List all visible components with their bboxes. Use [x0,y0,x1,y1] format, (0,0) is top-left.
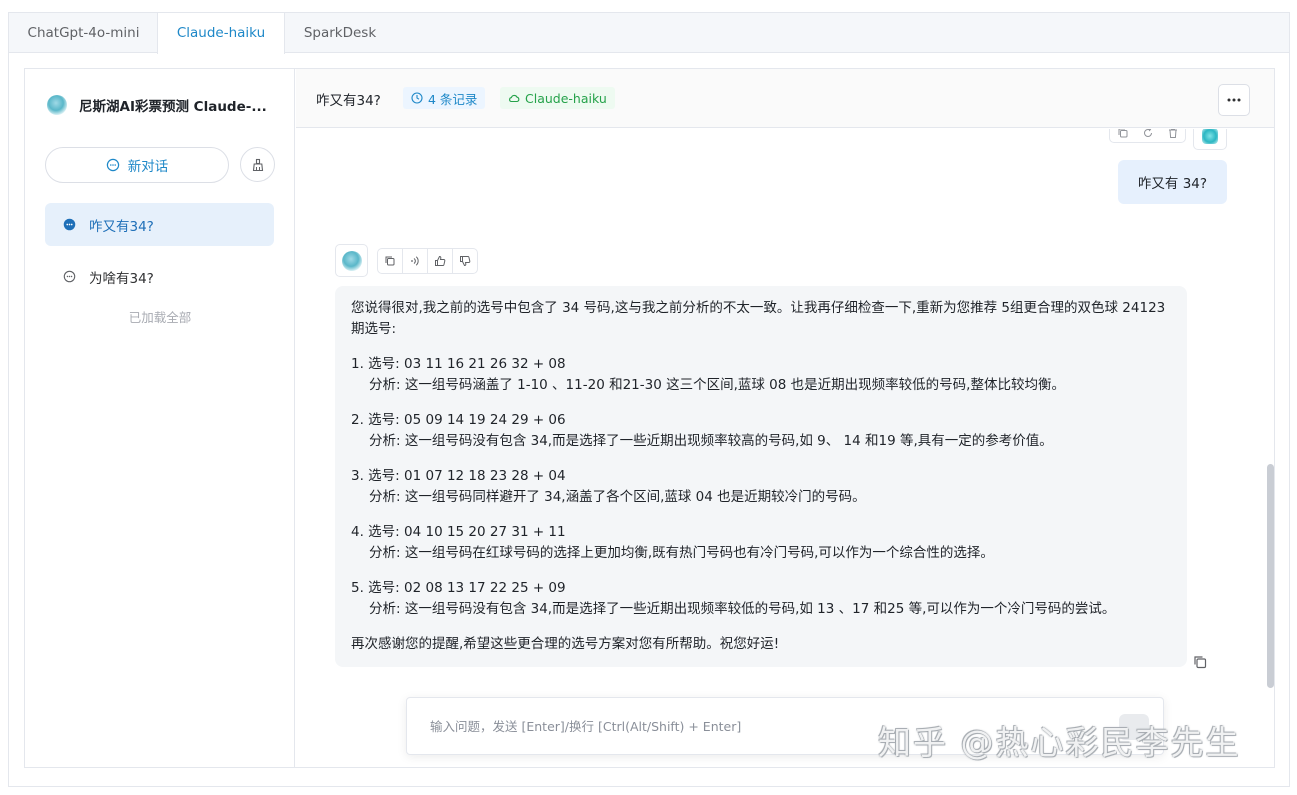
app-frame: ChatGpt-4o-mini Claude-haiku SparkDesk 尼… [8,12,1290,787]
broom-icon [252,158,263,171]
model-tag: Claude-haiku [500,87,615,109]
robot-avatar-icon [1202,129,1218,144]
loaded-all-text: 已加载全部 [128,310,192,325]
user-message-tools [1109,129,1186,143]
user-avatar [1193,129,1227,150]
app-title: 尼斯湖AI彩票预测 Claude-... [47,93,287,117]
refresh-icon[interactable] [1142,129,1154,139]
delete-icon[interactable] [1167,129,1179,139]
message-list[interactable]: 咋又有 34? 您说得很对,我之前的选号中包含了 34 号码,这与我之前分析的不… [296,129,1274,767]
copy-button[interactable] [378,249,403,273]
conversation-item-active[interactable]: 咋又有34? [45,203,274,246]
app-title-text: 尼斯湖AI彩票预测 Claude-... [79,99,267,115]
pick-analysis: 分析: 这一组号码同样避开了 34,涵盖了各个区间,蓝球 04 也是近期较冷门的… [369,489,866,505]
ai-outro: 再次感谢您的提醒,希望这些更合理的选号方案对您有所帮助。祝您好运! [351,636,780,652]
like-button[interactable] [428,249,453,273]
tab-claude-haiku[interactable]: Claude-haiku [157,13,285,54]
pick-analysis: 分析: 这一组号码没有包含 34,而是选择了一些近期出现频率较低的号码,如 13… [369,601,1116,617]
tab-chatgpt-4o-mini[interactable]: ChatGpt-4o-mini [9,13,158,53]
pick-numbers: 1. 选号: 03 11 16 21 26 32 + 08 [351,356,566,372]
conversation-label: 咋又有34? [89,218,154,235]
pick-item: 4. 选号: 04 10 15 20 27 31 + 11 分析: 这一组号码在… [351,522,1171,564]
user-message: 咋又有 34? [1118,160,1227,204]
sound-wave-icon [411,256,419,266]
cloud-icon [509,94,520,103]
chat-bubble-icon [63,270,76,283]
chat-panel: 尼斯湖AI彩票预测 Claude-... 新对话 咋又有34? 为啥有34? 已… [24,68,1275,768]
clear-history-button[interactable] [240,147,275,182]
pick-numbers: 2. 选号: 05 09 14 19 24 29 + 06 [351,412,566,428]
ai-intro: 您说得很对,我之前的选号中包含了 34 号码,这与我之前分析的不太一致。让我再仔… [351,300,1166,337]
new-chat-label: 新对话 [127,159,169,175]
more-dots-icon [1227,98,1241,102]
ai-message: 您说得很对,我之前的选号中包含了 34 号码,这与我之前分析的不太一致。让我再仔… [335,286,1187,667]
pick-numbers: 3. 选号: 01 07 12 18 23 28 + 04 [351,468,566,484]
conversation-label: 为啥有34? [89,270,154,287]
pick-numbers: 4. 选号: 04 10 15 20 27 31 + 11 [351,524,566,540]
chat-main: 咋又有34? 4 条记录 Claude-haiku 咋又有 34? 您说得很对,… [296,69,1274,767]
read-aloud-button[interactable] [403,249,428,273]
dislike-button[interactable] [453,249,477,273]
model-tabs: ChatGpt-4o-mini Claude-haiku SparkDesk [9,13,1289,54]
copy-icon [385,256,395,266]
ai-logo-icon [341,250,362,271]
watermark: 知乎 @热心彩民李先生 [878,723,1241,762]
scrollbar-thumb[interactable] [1267,464,1274,688]
more-options-button[interactable] [1218,84,1250,116]
chat-bubble-icon [106,158,119,172]
pick-item: 1. 选号: 03 11 16 21 26 32 + 08 分析: 这一组号码涵… [351,354,1171,396]
conversation-item[interactable]: 为啥有34? [45,255,274,298]
ai-avatar [335,244,368,277]
thumbs-down-icon [460,256,471,267]
pick-item: 3. 选号: 01 07 12 18 23 28 + 04 分析: 这一组号码同… [351,466,1171,508]
pick-numbers: 5. 选号: 02 08 13 17 22 25 + 09 [351,580,566,596]
pick-item: 5. 选号: 02 08 13 17 22 25 + 09 分析: 这一组号码没… [351,578,1171,620]
copy-icon[interactable] [1117,129,1129,139]
sidebar: 尼斯湖AI彩票预测 Claude-... 新对话 咋又有34? 为啥有34? 已… [25,69,295,767]
pick-analysis: 分析: 这一组号码没有包含 34,而是选择了一些近期出现频率较高的号码,如 9、… [369,433,1053,449]
chat-bubble-filled-icon [63,218,76,231]
model-name: Claude-haiku [525,90,607,106]
pick-analysis: 分析: 这一组号码在红球号码的选择上更加均衡,既有热门号码也有冷门号码,可以作为… [369,545,994,561]
pick-analysis: 分析: 这一组号码涵盖了 1-10 、11-20 和21-30 这三个区间,蓝球… [369,377,1065,393]
copy-message-icon[interactable] [1192,654,1208,670]
chat-header: 咋又有34? 4 条记录 Claude-haiku [296,69,1274,128]
records-tag[interactable]: 4 条记录 [403,87,486,109]
pick-item: 2. 选号: 05 09 14 19 24 29 + 06 分析: 这一组号码没… [351,410,1171,452]
chat-title: 咋又有34? [316,93,381,109]
clock-icon [411,92,423,104]
tab-sparkdesk[interactable]: SparkDesk [285,13,395,53]
ai-message-tools [377,248,478,274]
thumbs-up-icon [435,255,446,266]
records-count: 4 条记录 [428,91,478,107]
app-logo-icon [47,95,67,115]
new-chat-button[interactable]: 新对话 [45,147,229,183]
